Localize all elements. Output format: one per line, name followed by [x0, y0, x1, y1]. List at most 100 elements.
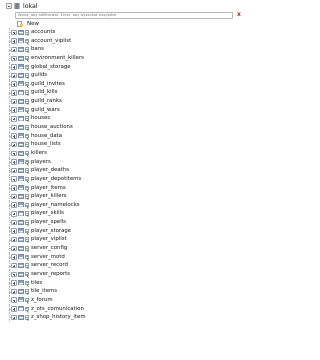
expand-plus-icon[interactable]	[11, 314, 17, 321]
table-structure-icon[interactable]	[25, 228, 29, 234]
expand-plus-icon[interactable]	[11, 167, 17, 174]
expand-plus-icon[interactable]	[11, 159, 17, 165]
table-name[interactable]: account_viplist	[31, 37, 71, 46]
table-structure-icon[interactable]	[25, 116, 29, 121]
table-name[interactable]: houses	[31, 114, 50, 123]
expand-plus-icon[interactable]	[11, 236, 17, 243]
table-row[interactable]: players	[0, 157, 250, 167]
table-structure-icon[interactable]	[25, 246, 29, 251]
table-name[interactable]: z_shop_history_item	[31, 313, 86, 322]
table-structure-icon[interactable]	[25, 315, 29, 320]
table-structure-icon[interactable]	[25, 55, 29, 61]
expand-plus-icon[interactable]	[11, 90, 17, 96]
table-row[interactable]: player_skills	[0, 209, 250, 219]
expand-plus-icon[interactable]	[11, 219, 17, 226]
table-row[interactable]: killers	[0, 148, 250, 158]
table-row[interactable]: house_data	[0, 131, 250, 141]
table-structure-icon[interactable]	[25, 297, 29, 303]
expand-plus-icon[interactable]	[11, 202, 17, 208]
table-name[interactable]: environment_killers	[31, 54, 84, 63]
expand-plus-icon[interactable]	[11, 124, 17, 131]
table-name[interactable]: player_storage	[31, 227, 71, 236]
table-structure-icon[interactable]	[25, 220, 29, 225]
table-row[interactable]: bans	[0, 45, 250, 54]
table-structure-icon[interactable]	[25, 176, 29, 182]
expand-plus-icon[interactable]	[11, 211, 17, 217]
expand-plus-icon[interactable]	[11, 46, 17, 53]
expand-plus-icon[interactable]	[11, 297, 17, 303]
table-row[interactable]: player_deaths	[0, 166, 250, 175]
table-structure-icon[interactable]	[25, 125, 29, 130]
table-row[interactable]: environment_killers	[0, 53, 250, 63]
table-row[interactable]: player_storage	[0, 226, 250, 236]
table-row[interactable]: tiles	[0, 278, 250, 288]
table-row[interactable]: player_viplist	[0, 235, 250, 245]
table-name[interactable]: z_ots_comunication	[31, 305, 84, 314]
table-row[interactable]: player_killers	[0, 192, 250, 201]
table-structure-icon[interactable]	[25, 237, 29, 242]
expand-plus-icon[interactable]	[11, 245, 17, 252]
table-name[interactable]: player_spells	[31, 218, 66, 227]
table-structure-icon[interactable]	[25, 194, 29, 199]
table-row[interactable]: guild_wars	[0, 105, 250, 115]
expand-plus-icon[interactable]	[11, 150, 17, 157]
expand-plus-icon[interactable]	[11, 176, 17, 182]
table-structure-icon[interactable]	[25, 168, 29, 173]
table-name[interactable]: server_record	[31, 261, 68, 270]
table-structure-icon[interactable]	[25, 289, 29, 294]
expand-plus-icon[interactable]	[11, 193, 17, 200]
table-name[interactable]: guild_invites	[31, 80, 65, 89]
table-row[interactable]: player_spells	[0, 218, 250, 227]
expand-plus-icon[interactable]	[11, 262, 17, 269]
table-row[interactable]: house_auctions	[0, 123, 250, 132]
database-root-row[interactable]: lokal	[6, 2, 38, 10]
table-row[interactable]: guild_invites	[0, 79, 250, 89]
table-name[interactable]: player_deaths	[31, 166, 69, 175]
expand-plus-icon[interactable]	[11, 288, 17, 295]
expand-plus-icon[interactable]	[11, 38, 17, 44]
table-structure-icon[interactable]	[25, 254, 29, 260]
expand-plus-icon[interactable]	[11, 141, 17, 148]
table-structure-icon[interactable]	[25, 73, 29, 78]
table-structure-icon[interactable]	[25, 81, 29, 87]
table-structure-icon[interactable]	[25, 271, 29, 277]
table-row[interactable]: player_depotitems	[0, 174, 250, 184]
table-name[interactable]: server_motd	[31, 253, 65, 262]
table-structure-icon[interactable]	[25, 30, 29, 35]
table-name[interactable]: player_depotitems	[31, 175, 81, 184]
clear-filter-icon[interactable]: x	[237, 12, 241, 18]
table-structure-icon[interactable]	[25, 159, 29, 165]
table-name[interactable]: guild_kills	[31, 88, 57, 97]
table-structure-icon[interactable]	[25, 185, 29, 191]
table-row[interactable]: server_reports	[0, 269, 250, 279]
expand-plus-icon[interactable]	[11, 116, 17, 122]
table-structure-icon[interactable]	[25, 202, 29, 208]
table-structure-icon[interactable]	[25, 107, 29, 113]
table-name[interactable]: global_storage	[31, 63, 71, 72]
expand-plus-icon[interactable]	[11, 29, 17, 36]
table-name[interactable]: accounts	[31, 28, 55, 37]
table-name[interactable]: server_reports	[31, 270, 70, 279]
expand-plus-icon[interactable]	[11, 254, 17, 260]
table-row[interactable]: player_items	[0, 183, 250, 193]
expand-plus-icon[interactable]	[11, 98, 17, 105]
expand-plus-icon[interactable]	[11, 64, 17, 70]
table-structure-icon[interactable]	[25, 142, 29, 147]
expand-plus-icon[interactable]	[11, 228, 17, 234]
table-name[interactable]: killers	[31, 149, 47, 158]
table-row[interactable]: z_shop_history_item	[0, 313, 250, 322]
table-name[interactable]: tiles	[31, 279, 42, 288]
table-structure-icon[interactable]	[25, 38, 29, 44]
table-row[interactable]: tile_items	[0, 287, 250, 296]
table-row[interactable]: z_ots_comunication	[0, 304, 250, 314]
table-structure-icon[interactable]	[25, 99, 29, 104]
table-structure-icon[interactable]	[25, 306, 29, 311]
table-row[interactable]: global_storage	[0, 62, 250, 72]
table-row[interactable]: house_lists	[0, 140, 250, 149]
table-name[interactable]: player_viplist	[31, 235, 67, 244]
expand-plus-icon[interactable]	[11, 133, 17, 139]
table-row[interactable]: account_viplist	[0, 36, 250, 46]
table-row[interactable]: accounts	[0, 28, 250, 37]
new-table-item[interactable]: New	[17, 20, 39, 28]
table-row[interactable]: z_forum	[0, 295, 250, 305]
